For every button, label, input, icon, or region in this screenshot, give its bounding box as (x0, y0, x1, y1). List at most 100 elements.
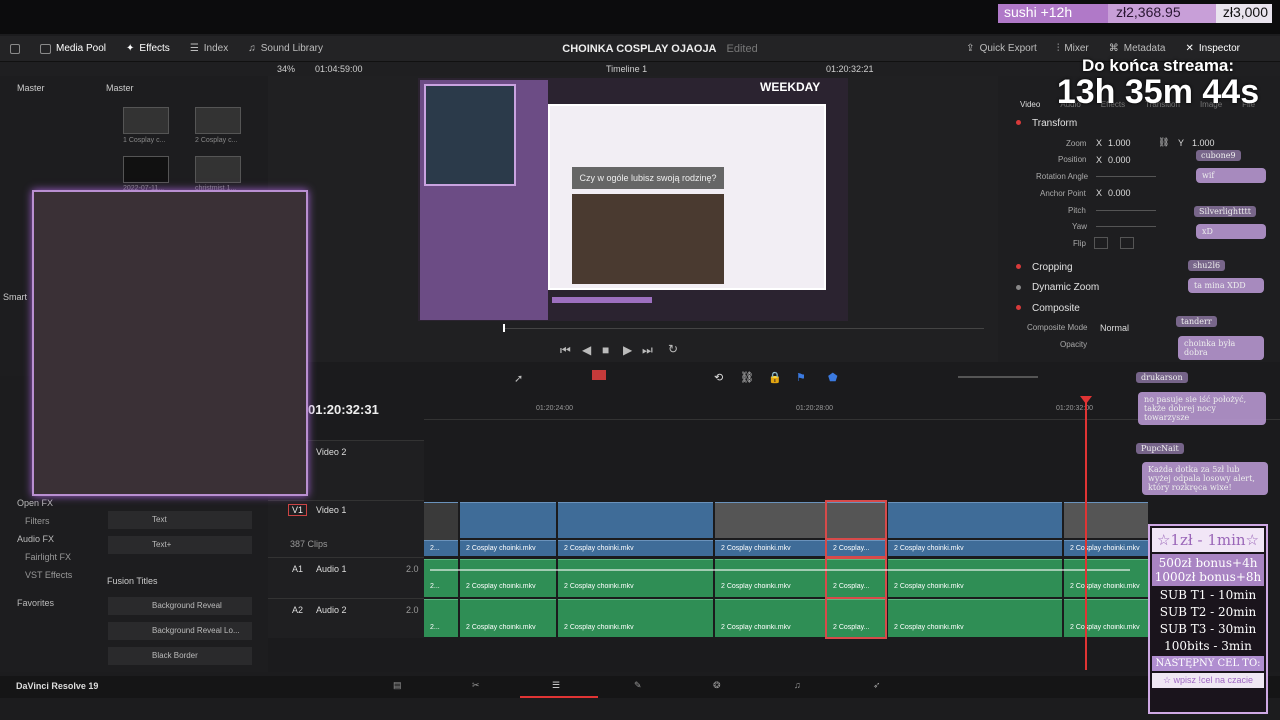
dynamic-zoom-toggle[interactable] (1016, 285, 1021, 290)
title-item-textplus[interactable]: Text+ (108, 536, 252, 554)
composite-mode-select[interactable]: Normal (1100, 323, 1129, 333)
play-icon[interactable]: ▶ (623, 343, 632, 357)
timeline-name[interactable]: Timeline 1 (606, 64, 647, 74)
video-clip-label[interactable]: 2 Cosplay choinki.mkv (460, 540, 556, 556)
tab-video[interactable]: Video (1020, 100, 1040, 109)
video-clip-label[interactable]: 2 Cosplay choinki.mkv (888, 540, 1062, 556)
track-header-audio1[interactable]: A1 Audio 1 2.0 (268, 557, 424, 598)
channel-format: 2.0 (406, 564, 419, 574)
composite-toggle[interactable] (1016, 305, 1021, 310)
rate-bonuses: 500zł bonus+4h 1000zł bonus+8h (1152, 554, 1264, 586)
clip-thumbnail[interactable] (123, 107, 169, 134)
metadata-button[interactable]: ⌘ Metadata (1099, 43, 1176, 54)
rotation-slider[interactable] (1096, 176, 1156, 177)
next-goal-label: NASTĘPNY CEL TO: (1152, 656, 1264, 671)
scrub-handle[interactable] (503, 324, 505, 332)
fusion-titles-header[interactable]: Fusion Titles (107, 576, 158, 586)
track-header-audio2[interactable]: A2 Audio 2 2.0 (268, 598, 424, 638)
playhead-handle[interactable] (1080, 396, 1092, 404)
position-x-field[interactable]: 0.000 (1108, 155, 1131, 165)
filters-item[interactable]: Filters (25, 516, 50, 526)
effects-button[interactable]: ✦ Effects (116, 43, 180, 54)
inspector-button[interactable]: ✕ Inspector (1175, 43, 1250, 54)
stop-icon[interactable]: ■ (602, 343, 609, 357)
video-clip-label[interactable]: 2 Cosplay... (825, 538, 887, 558)
media-pool-button[interactable]: Media Pool (30, 43, 116, 54)
snap-icon[interactable]: ⟲ (714, 371, 723, 384)
anchor-x-field[interactable]: 0.000 (1108, 188, 1131, 198)
clip-thumbnail[interactable] (195, 107, 241, 134)
last-frame-icon[interactable]: ⏭ (642, 343, 653, 358)
zoom-level[interactable]: 34% (277, 64, 295, 74)
fusion-page-icon[interactable]: ✎ (634, 680, 642, 691)
vst-effects-item[interactable]: VST Effects (25, 570, 72, 580)
clip-thumbnail[interactable] (195, 156, 241, 183)
track-id[interactable]: A2 (292, 605, 303, 615)
deliver-page-icon[interactable]: ➶ (873, 680, 881, 691)
video-clip[interactable] (825, 500, 887, 540)
video-clip-label[interactable]: 2 Cosplay choinki.mkv (1064, 540, 1148, 556)
monitor-icon[interactable] (0, 43, 30, 54)
title-item-text[interactable]: Text (108, 511, 252, 529)
fairlight-fx-item[interactable]: Fairlight FX (25, 552, 71, 562)
clip-thumbnail[interactable] (123, 156, 169, 183)
reverse-icon[interactable]: ◀ (582, 343, 591, 357)
zoom-y-field[interactable]: 1.000 (1192, 138, 1215, 148)
loop-icon[interactable]: ↻ (668, 342, 678, 356)
subathon-rates: ☆1zł - 1min☆ 500zł bonus+4h 1000zł bonus+… (1148, 524, 1268, 714)
marker-icon[interactable]: ⬟ (828, 371, 838, 384)
zoom-slider[interactable] (958, 376, 1038, 378)
bin-master[interactable]: Master (17, 83, 45, 93)
scrub-bar[interactable] (504, 328, 984, 329)
composite-header[interactable]: Composite (1032, 303, 1080, 314)
lock-icon[interactable]: 🔒 (768, 371, 782, 384)
video-clip[interactable] (460, 502, 556, 538)
first-frame-icon[interactable]: ⏮ (560, 343, 571, 358)
quick-export-button[interactable]: ⇪ Quick Export (956, 43, 1047, 54)
flip-vertical-icon[interactable] (1120, 237, 1134, 249)
cropping-header[interactable]: Cropping (1032, 262, 1073, 273)
edit-page-tab[interactable]: ☰ (520, 676, 598, 698)
cut-page-icon[interactable]: ✂ (472, 680, 480, 691)
favorites-item[interactable]: Favorites (17, 598, 54, 608)
flag-icon[interactable]: ⚑ (796, 371, 806, 384)
video-clip[interactable] (888, 502, 1062, 538)
yaw-slider[interactable] (1096, 226, 1156, 227)
fairlight-page-icon[interactable]: ♫ (794, 680, 801, 690)
mixer-button[interactable]: ⫶ Mixer (1047, 43, 1099, 54)
zoom-x-field[interactable]: 1.000 (1108, 138, 1131, 148)
cropping-toggle[interactable] (1016, 264, 1021, 269)
track-id[interactable]: A1 (292, 564, 303, 574)
media-page-icon[interactable]: ▤ (393, 680, 402, 691)
playhead[interactable] (1085, 398, 1087, 670)
audio-fx-item[interactable]: Audio FX (17, 534, 54, 544)
video-clip-label[interactable]: 2 Cosplay choinki.mkv (715, 540, 825, 556)
blade-icon[interactable] (592, 370, 606, 380)
video-clip-label[interactable]: 2 Cosplay choinki.mkv (558, 540, 713, 556)
color-page-icon[interactable]: ❂ (713, 680, 721, 691)
chat-username: cubone9 (1196, 150, 1241, 161)
index-button[interactable]: ☰ Index (180, 43, 238, 54)
pitch-slider[interactable] (1096, 210, 1156, 211)
pointer-icon[interactable]: ➚ (514, 372, 523, 385)
transform-header[interactable]: Transform (1032, 118, 1077, 129)
fusion-title-item[interactable]: Background Reveal Lo... (108, 622, 252, 640)
dynamic-zoom-header[interactable]: Dynamic Zoom (1032, 282, 1099, 293)
link-icon[interactable]: ⛓ (1158, 137, 1169, 148)
edited-status: Edited (726, 43, 758, 55)
video-clip-label[interactable]: 2... (424, 540, 458, 556)
open-fx-item[interactable]: Open FX (17, 498, 53, 508)
track-header-video1[interactable]: V1 Video 1 387 Clips (268, 500, 424, 557)
transform-toggle[interactable] (1016, 120, 1021, 125)
track-id[interactable]: V1 (288, 504, 308, 516)
video-clip[interactable] (1064, 502, 1148, 538)
video-clip[interactable] (715, 502, 825, 538)
chat-username: tanderr (1176, 316, 1217, 327)
flip-horizontal-icon[interactable] (1094, 237, 1108, 249)
sound-library-button[interactable]: ♫ Sound Library (238, 43, 333, 54)
fusion-title-item[interactable]: Background Reveal (108, 597, 252, 615)
link-clips-icon[interactable]: ⛓ (740, 371, 754, 384)
video-clip[interactable] (558, 502, 713, 538)
smart-bins-label[interactable]: Smart (3, 292, 27, 302)
fusion-title-item[interactable]: Black Border (108, 647, 252, 665)
